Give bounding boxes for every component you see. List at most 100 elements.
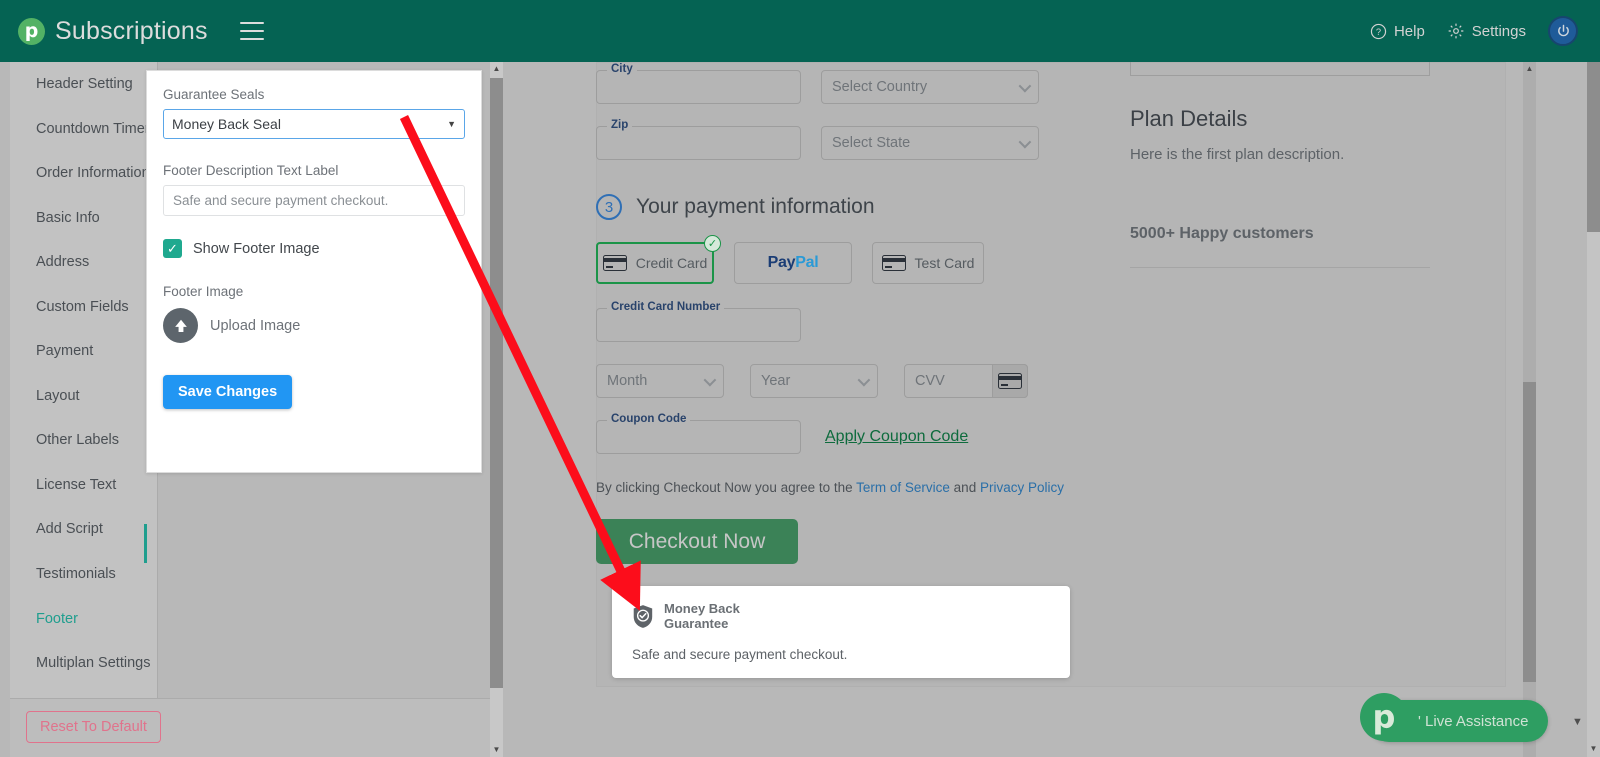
- sidebar-item-basic-info[interactable]: Basic Info: [10, 196, 157, 241]
- year-select[interactable]: Year: [750, 364, 878, 398]
- money-back-seal-card: Money Back Guarantee Safe and secure pay…: [612, 586, 1070, 678]
- seal-name-line2: Guarantee: [664, 615, 729, 631]
- payment-method-paypal[interactable]: PayPal: [734, 242, 852, 284]
- settings-scrollbar[interactable]: ▲ ▼: [490, 62, 503, 757]
- preview-scrollbar-thumb[interactable]: [1523, 382, 1536, 682]
- show-footer-image-label: Show Footer Image: [193, 240, 320, 257]
- checkout-preview: City Select Country Zip Select State 3 Y…: [560, 46, 1600, 757]
- page-scrollbar[interactable]: ▼: [1587, 62, 1600, 757]
- live-assistance-collapse-icon[interactable]: ▼: [1572, 716, 1583, 728]
- paypal-logo: PayPal: [767, 254, 819, 271]
- sidebar-item-add-script[interactable]: Add Script: [10, 507, 157, 552]
- upload-icon[interactable]: [163, 308, 198, 343]
- terms-middle: and: [949, 480, 980, 495]
- zip-field[interactable]: Zip: [596, 119, 801, 160]
- chevron-down-icon: [703, 373, 717, 387]
- gear-icon: [1448, 23, 1464, 39]
- state-select-value: Select State: [832, 135, 911, 151]
- sidebar-item-countdown-timer[interactable]: Countdown Timer: [10, 107, 157, 152]
- sidebar-item-address[interactable]: Address: [10, 240, 157, 285]
- sidebar-item-order-information[interactable]: Order Information: [10, 151, 157, 196]
- scroll-down-arrow-icon[interactable]: ▼: [1587, 745, 1600, 753]
- coupon-code-label: Coupon Code: [607, 413, 691, 425]
- chevron-down-icon: [1018, 135, 1032, 149]
- chevron-down-icon: ▼: [447, 119, 456, 129]
- settings-label: Settings: [1471, 22, 1526, 40]
- country-select[interactable]: Select Country: [821, 70, 1039, 104]
- credit-card-number-field[interactable]: Credit Card Number: [596, 301, 801, 342]
- help-icon: ?: [1370, 23, 1387, 39]
- save-changes-button[interactable]: Save Changes: [163, 375, 293, 409]
- settings-scrollbar-thumb[interactable]: [490, 78, 503, 688]
- preview-scrollbar[interactable]: ▲: [1523, 62, 1536, 757]
- live-assistance-widget[interactable]: p ' Live Assistance: [1360, 693, 1548, 742]
- credit-card-number-label: Credit Card Number: [607, 301, 725, 313]
- payment-method-credit-card[interactable]: Credit Card ✓: [596, 235, 721, 284]
- happy-customers-label: 5000+ Happy customers: [1130, 225, 1314, 242]
- payment-method-row: Credit Card ✓ PayPal Test Card: [596, 235, 1096, 284]
- month-select[interactable]: Month: [596, 364, 724, 398]
- state-select[interactable]: Select State: [821, 126, 1039, 160]
- upload-image-label: Upload Image: [210, 317, 301, 334]
- guarantee-seals-value: Money Back Seal: [172, 116, 281, 132]
- sidebar-item-layout[interactable]: Layout: [10, 374, 157, 419]
- city-field[interactable]: City: [596, 63, 801, 104]
- scroll-up-arrow-icon[interactable]: ▲: [1523, 65, 1536, 73]
- live-assistance-label: ' Live Assistance: [1418, 712, 1529, 730]
- payment-section-title: Your payment information: [636, 195, 875, 218]
- show-footer-image-row[interactable]: ✓ Show Footer Image: [163, 239, 465, 258]
- shield-check-icon: [633, 605, 653, 629]
- reset-to-default-button[interactable]: Reset To Default: [26, 711, 161, 743]
- sidebar-item-multiplan-settings[interactable]: Multiplan Settings: [10, 641, 157, 686]
- sidebar-active-indicator: [144, 524, 147, 563]
- sidebar-item-footer[interactable]: Footer: [10, 597, 157, 642]
- privacy-policy-link[interactable]: Privacy Policy: [980, 480, 1064, 495]
- apply-coupon-link[interactable]: Apply Coupon Code: [825, 428, 968, 446]
- payment-method-test-card-label: Test Card: [914, 255, 975, 271]
- month-select-value: Month: [607, 373, 648, 389]
- sidebar-item-license-text[interactable]: License Text: [10, 463, 157, 508]
- help-button[interactable]: ? Help: [1370, 23, 1425, 40]
- sidebar-item-header-setting[interactable]: Header Setting: [10, 62, 157, 107]
- term-of-service-link[interactable]: Term of Service: [856, 480, 950, 495]
- hamburger-icon[interactable]: [239, 22, 264, 40]
- sidebar-item-additional-settings[interactable]: Additional Settings: [10, 686, 115, 699]
- footer-image-label: Footer Image: [163, 284, 244, 299]
- guarantee-seals-label: Guarantee Seals: [163, 87, 265, 102]
- power-button[interactable]: [1548, 16, 1578, 46]
- top-header-bar: p Subscriptions ? Help Settings: [0, 0, 1600, 62]
- credit-card-icon: [602, 255, 627, 271]
- divider: [1130, 267, 1430, 268]
- scroll-up-arrow-icon[interactable]: ▲: [490, 65, 503, 73]
- footer-description-input[interactable]: [163, 185, 465, 216]
- city-label: City: [607, 63, 637, 75]
- sidebar-item-other-labels[interactable]: Other Labels: [10, 418, 157, 463]
- coupon-code-field[interactable]: Coupon Code: [596, 413, 801, 454]
- brand-logo-icon: p: [18, 17, 45, 45]
- checkout-now-button[interactable]: Checkout Now: [596, 519, 798, 564]
- city-country-row: City Select Country: [596, 63, 1096, 104]
- header-actions: ? Help Settings: [1370, 16, 1578, 46]
- show-footer-image-checkbox[interactable]: ✓: [163, 239, 182, 258]
- plan-details-title: Plan Details: [1130, 106, 1248, 131]
- zip-state-row: Zip Select State: [596, 119, 1096, 160]
- expiry-cvv-row: Month Year CVV: [596, 364, 1096, 398]
- coupon-row: Coupon Code Apply Coupon Code: [596, 413, 1096, 454]
- upload-image-row[interactable]: Upload Image: [163, 308, 465, 343]
- checkout-form-column: City Select Country Zip Select State 3 Y…: [596, 62, 1096, 564]
- sidebar-item-custom-fields[interactable]: Custom Fields: [10, 285, 157, 330]
- chevron-down-icon: [857, 373, 871, 387]
- chevron-down-icon: [1018, 79, 1032, 93]
- year-select-value: Year: [761, 373, 791, 389]
- settings-button[interactable]: Settings: [1447, 22, 1526, 40]
- scroll-down-arrow-icon[interactable]: ▼: [490, 746, 503, 754]
- sidebar-item-payment[interactable]: Payment: [10, 329, 157, 374]
- sidebar-item-testimonials[interactable]: Testimonials: [10, 552, 157, 597]
- guarantee-seals-select[interactable]: Money Back Seal ▼: [163, 109, 465, 139]
- svg-text:?: ?: [1376, 27, 1381, 37]
- settings-sidebar: Header Setting Countdown Timer Order Inf…: [10, 62, 158, 698]
- payment-method-test-card[interactable]: Test Card: [872, 242, 984, 284]
- seal-header: Money Back Guarantee: [632, 601, 1050, 632]
- page-scrollbar-thumb[interactable]: [1587, 62, 1600, 232]
- footer-description-label: Footer Description Text Label: [163, 163, 339, 178]
